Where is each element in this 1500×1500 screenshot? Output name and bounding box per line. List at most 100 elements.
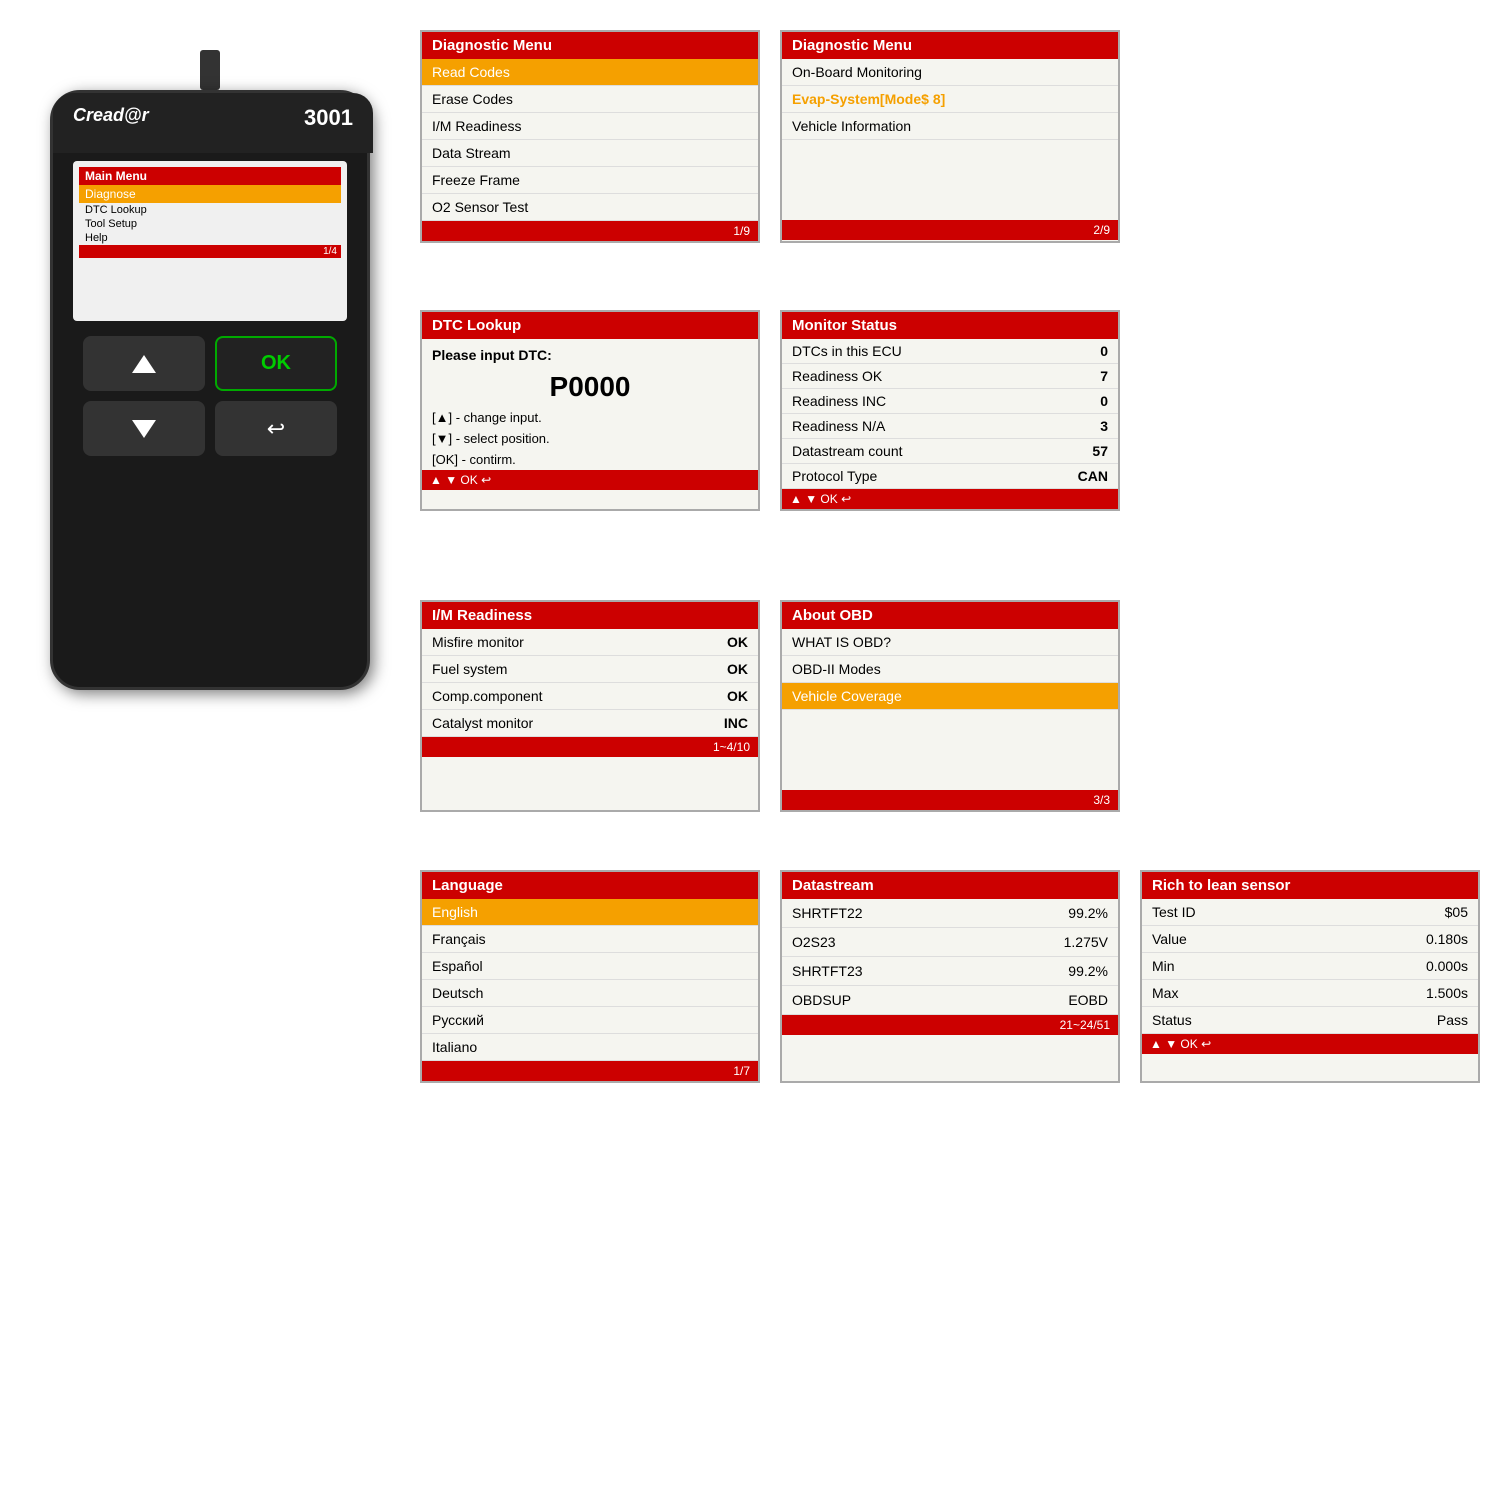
test-id-label: Test ID xyxy=(1152,904,1196,920)
device-brand: Cread@r xyxy=(73,105,149,126)
test-id-value: $05 xyxy=(1445,904,1468,920)
device: Cread@r 3001 Main Menu Diagnose DTC Look… xyxy=(20,50,400,750)
catalyst-monitor-label: Catalyst monitor xyxy=(422,710,673,737)
diag-menu-1-footer: 1/9 xyxy=(422,221,758,241)
vehicle-coverage-item[interactable]: Vehicle Coverage xyxy=(782,683,1118,710)
readiness-na-label: Readiness N/A xyxy=(792,418,885,434)
max-label: Max xyxy=(1152,985,1178,1001)
status-row: Status Pass xyxy=(1142,1007,1478,1034)
device-body: Cread@r 3001 Main Menu Diagnose DTC Look… xyxy=(50,90,370,690)
sensor-nav-bar: ▲ ▼ OK ↩ xyxy=(1142,1034,1478,1054)
language-body: English Français Español Deutsch Русский… xyxy=(422,899,758,1061)
vehicle-information-item[interactable]: Vehicle Information xyxy=(782,113,1118,140)
language-footer: 1/7 xyxy=(422,1061,758,1081)
monitor-nav-bar: ▲ ▼ OK ↩ xyxy=(782,489,1118,509)
francais-item[interactable]: Français xyxy=(422,926,758,953)
rich-lean-sensor-panel: Rich to lean sensor Test ID $05 Value 0.… xyxy=(1140,870,1480,1083)
dtc-code-display[interactable]: P0000 xyxy=(422,367,758,407)
bottom-panels-row: Language English Français Español Deutsc… xyxy=(420,870,1480,1083)
sensor-value-value: 0.180s xyxy=(1426,931,1468,947)
deutsch-item[interactable]: Deutsch xyxy=(422,980,758,1007)
erase-codes-item[interactable]: Erase Codes xyxy=(422,86,758,113)
evap-system-item[interactable]: Evap-System[Mode$ 8] xyxy=(782,86,1118,113)
monitor-status-title: Monitor Status xyxy=(782,312,1118,339)
test-id-row: Test ID $05 xyxy=(1142,899,1478,926)
up-arrow-icon xyxy=(132,355,156,373)
im-readiness-title: I/M Readiness xyxy=(422,602,758,629)
monitor-status-body: DTCs in this ECU 0 Readiness OK 7 Readin… xyxy=(782,339,1118,489)
datastream-body: SHRTFT22 99.2% O2S23 1.275V SHRTFT23 99.… xyxy=(782,899,1118,1015)
middle-right-placeholder xyxy=(1140,310,1480,511)
obdsup-row: OBDSUP EOBD xyxy=(782,986,1118,1015)
im-table: Misfire monitor OK Fuel system OK Comp.c… xyxy=(422,629,758,737)
o2-sensor-item[interactable]: O2 Sensor Test xyxy=(422,194,758,221)
ok-label: OK xyxy=(261,352,291,375)
im-readiness-panel: I/M Readiness Misfire monitor OK Fuel sy… xyxy=(420,600,760,812)
fuel-system-row: Fuel system OK xyxy=(422,656,758,683)
shrtft23-value: 99.2% xyxy=(1068,963,1108,979)
readiness-ok-row: Readiness OK 7 xyxy=(782,364,1118,389)
datastream-count-row: Datastream count 57 xyxy=(782,439,1118,464)
readiness-inc-value: 0 xyxy=(1100,393,1108,409)
dtc-lookup-body: Please input DTC: P0000 [▲] - change inp… xyxy=(422,339,758,470)
dtc-instruction-3: [OK] - contirm. xyxy=(422,449,758,470)
about-obd-body: WHAT IS OBD? OBD-II Modes Vehicle Covera… xyxy=(782,629,1118,790)
top-right-placeholder xyxy=(1140,30,1480,243)
shrtft23-row: SHRTFT23 99.2% xyxy=(782,957,1118,986)
o2s23-row: O2S23 1.275V xyxy=(782,928,1118,957)
data-stream-item[interactable]: Data Stream xyxy=(422,140,758,167)
comp-component-label: Comp.component xyxy=(422,683,673,710)
shrtft23-label: SHRTFT23 xyxy=(792,963,863,979)
catalyst-monitor-value: INC xyxy=(673,710,758,737)
screen-item-3: Help xyxy=(79,231,341,245)
dtc-lookup-title: DTC Lookup xyxy=(422,312,758,339)
device-buttons: OK ↩ xyxy=(83,336,337,456)
ok-button[interactable]: OK xyxy=(215,336,337,391)
read-codes-item[interactable]: Read Codes xyxy=(422,59,758,86)
what-is-obd-item[interactable]: WHAT IS OBD? xyxy=(782,629,1118,656)
value-row: Value 0.180s xyxy=(1142,926,1478,953)
im-readiness-item[interactable]: I/M Readiness xyxy=(422,113,758,140)
freeze-frame-item[interactable]: Freeze Frame xyxy=(422,167,758,194)
screen-item-2: Tool Setup xyxy=(79,217,341,231)
status-value: Pass xyxy=(1437,1012,1468,1028)
italiano-item[interactable]: Italiano xyxy=(422,1034,758,1061)
screen-footer: 1/4 xyxy=(79,245,341,258)
diag-menu-1-body: Read Codes Erase Codes I/M Readiness Dat… xyxy=(422,59,758,221)
spacer2 xyxy=(782,710,1118,790)
catalyst-monitor-row: Catalyst monitor INC xyxy=(422,710,758,737)
dtc-lookup-panel: DTC Lookup Please input DTC: P0000 [▲] -… xyxy=(420,310,760,511)
about-obd-panel: About OBD WHAT IS OBD? OBD-II Modes Vehi… xyxy=(780,600,1120,812)
device-model: 3001 xyxy=(304,105,353,131)
fuel-system-label: Fuel system xyxy=(422,656,673,683)
obd-ii-modes-item[interactable]: OBD-II Modes xyxy=(782,656,1118,683)
monitor-status-panel: Monitor Status DTCs in this ECU 0 Readin… xyxy=(780,310,1120,511)
readiness-ok-label: Readiness OK xyxy=(792,368,882,384)
back-button[interactable]: ↩ xyxy=(215,401,337,456)
min-value: 0.000s xyxy=(1426,958,1468,974)
english-item[interactable]: English xyxy=(422,899,758,926)
comp-component-row: Comp.component OK xyxy=(422,683,758,710)
language-panel: Language English Français Español Deutsc… xyxy=(420,870,760,1083)
screen-header: Main Menu xyxy=(79,167,341,185)
diag-menu-1-title: Diagnostic Menu xyxy=(422,32,758,59)
protocol-type-label: Protocol Type xyxy=(792,468,877,484)
min-label: Min xyxy=(1152,958,1175,974)
third-right-placeholder xyxy=(1140,600,1480,812)
datastream-panel: Datastream SHRTFT22 99.2% O2S23 1.275V S… xyxy=(780,870,1120,1083)
datastream-count-value: 57 xyxy=(1092,443,1108,459)
on-board-monitoring-item[interactable]: On-Board Monitoring xyxy=(782,59,1118,86)
diag-menu-2-title: Diagnostic Menu xyxy=(782,32,1118,59)
down-button[interactable] xyxy=(83,401,205,456)
shrtft22-label: SHRTFT22 xyxy=(792,905,863,921)
russian-item[interactable]: Русский xyxy=(422,1007,758,1034)
screen-item-1: DTC Lookup xyxy=(79,203,341,217)
misfire-row: Misfire monitor OK xyxy=(422,629,758,656)
about-obd-footer: 3/3 xyxy=(782,790,1118,810)
up-button[interactable] xyxy=(83,336,205,391)
espanol-item[interactable]: Español xyxy=(422,953,758,980)
diagnostic-menu-1-panel: Diagnostic Menu Read Codes Erase Codes I… xyxy=(420,30,760,243)
rich-lean-title: Rich to lean sensor xyxy=(1142,872,1478,899)
obdsup-label: OBDSUP xyxy=(792,992,851,1008)
misfire-value: OK xyxy=(673,629,758,656)
